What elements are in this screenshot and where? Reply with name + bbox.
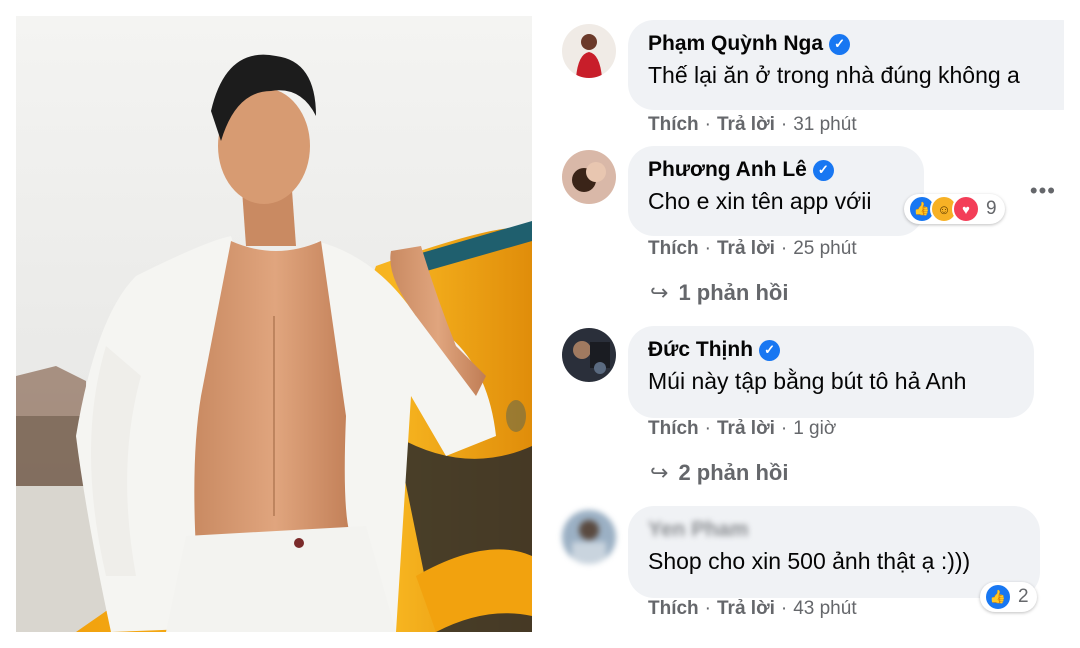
like-link[interactable]: Thích	[648, 238, 699, 259]
comment-author[interactable]: Yen Pham	[648, 518, 1020, 542]
like-link[interactable]: Thích	[648, 418, 699, 439]
verified-badge-icon: ✓	[759, 339, 781, 361]
reply-link[interactable]: Trả lời	[717, 114, 775, 135]
avatar[interactable]	[562, 150, 616, 204]
photo-man-with-surfboard	[16, 16, 532, 632]
comments-panel: Phạm Quỳnh Nga ✓ Thế lại ăn ở trong nhà …	[548, 16, 1064, 632]
comment-actions: Thích · Trả lời · 43 phút	[648, 598, 857, 619]
view-replies-link[interactable]: ↪ 1 phản hồi	[650, 280, 788, 306]
comment-author[interactable]: Phương Anh Lê ✓	[648, 158, 904, 182]
verified-badge-icon: ✓	[829, 33, 851, 55]
comment-text: Múi này tập bằng bút tô hả Anh	[648, 368, 967, 394]
comment-actions: Thích · Trả lời · 1 giờ	[648, 418, 837, 439]
avatar[interactable]	[562, 328, 616, 382]
comment-time[interactable]: 31 phút	[793, 114, 856, 135]
reaction-summary[interactable]: 👍 ☺ ♥ 9	[904, 194, 1005, 224]
comment-bubble: Phạm Quỳnh Nga ✓ Thế lại ăn ở trong nhà …	[628, 20, 1064, 110]
like-icon: 👍	[984, 583, 1012, 611]
more-options-icon[interactable]: •••	[1030, 178, 1056, 204]
comment-author[interactable]: Phạm Quỳnh Nga ✓	[648, 32, 1064, 56]
reaction-count: 9	[986, 198, 997, 219]
comment-author[interactable]: Đức Thịnh ✓	[648, 338, 1014, 362]
reply-link[interactable]: Trả lời	[717, 598, 775, 619]
comment-actions: Thích · Trả lời · 31 phút	[648, 114, 857, 135]
reaction-summary[interactable]: 👍 2	[980, 582, 1037, 612]
verified-badge-icon: ✓	[812, 159, 834, 181]
comment-bubble: Đức Thịnh ✓ Múi này tập bằng bút tô hả A…	[628, 326, 1034, 418]
love-icon: ♥	[952, 195, 980, 223]
comment-bubble: Yen Pham Shop cho xin 500 ảnh thật ạ :))…	[628, 506, 1040, 598]
comment-time[interactable]: 25 phút	[793, 238, 856, 259]
reply-link[interactable]: Trả lời	[717, 418, 775, 439]
comment-text: Cho e xin tên app vớii	[648, 188, 872, 214]
avatar[interactable]	[562, 510, 616, 564]
like-link[interactable]: Thích	[648, 598, 699, 619]
reaction-count: 2	[1018, 586, 1029, 607]
view-replies-link[interactable]: ↪ 2 phản hồi	[650, 460, 788, 486]
comment-text: Shop cho xin 500 ảnh thật ạ :)))	[648, 548, 971, 574]
comment-text: Thế lại ăn ở trong nhà đúng không a	[648, 62, 1020, 88]
comment-actions: Thích · Trả lời · 25 phút	[648, 238, 857, 259]
avatar[interactable]	[562, 24, 616, 78]
reply-arrow-icon: ↪	[650, 460, 669, 485]
reply-link[interactable]: Trả lời	[717, 238, 775, 259]
comment-time[interactable]: 1 giờ	[793, 418, 836, 439]
reply-arrow-icon: ↪	[650, 280, 669, 305]
comment-time[interactable]: 43 phút	[793, 598, 856, 619]
like-link[interactable]: Thích	[648, 114, 699, 135]
comment-bubble: Phương Anh Lê ✓ Cho e xin tên app vớii	[628, 146, 924, 236]
